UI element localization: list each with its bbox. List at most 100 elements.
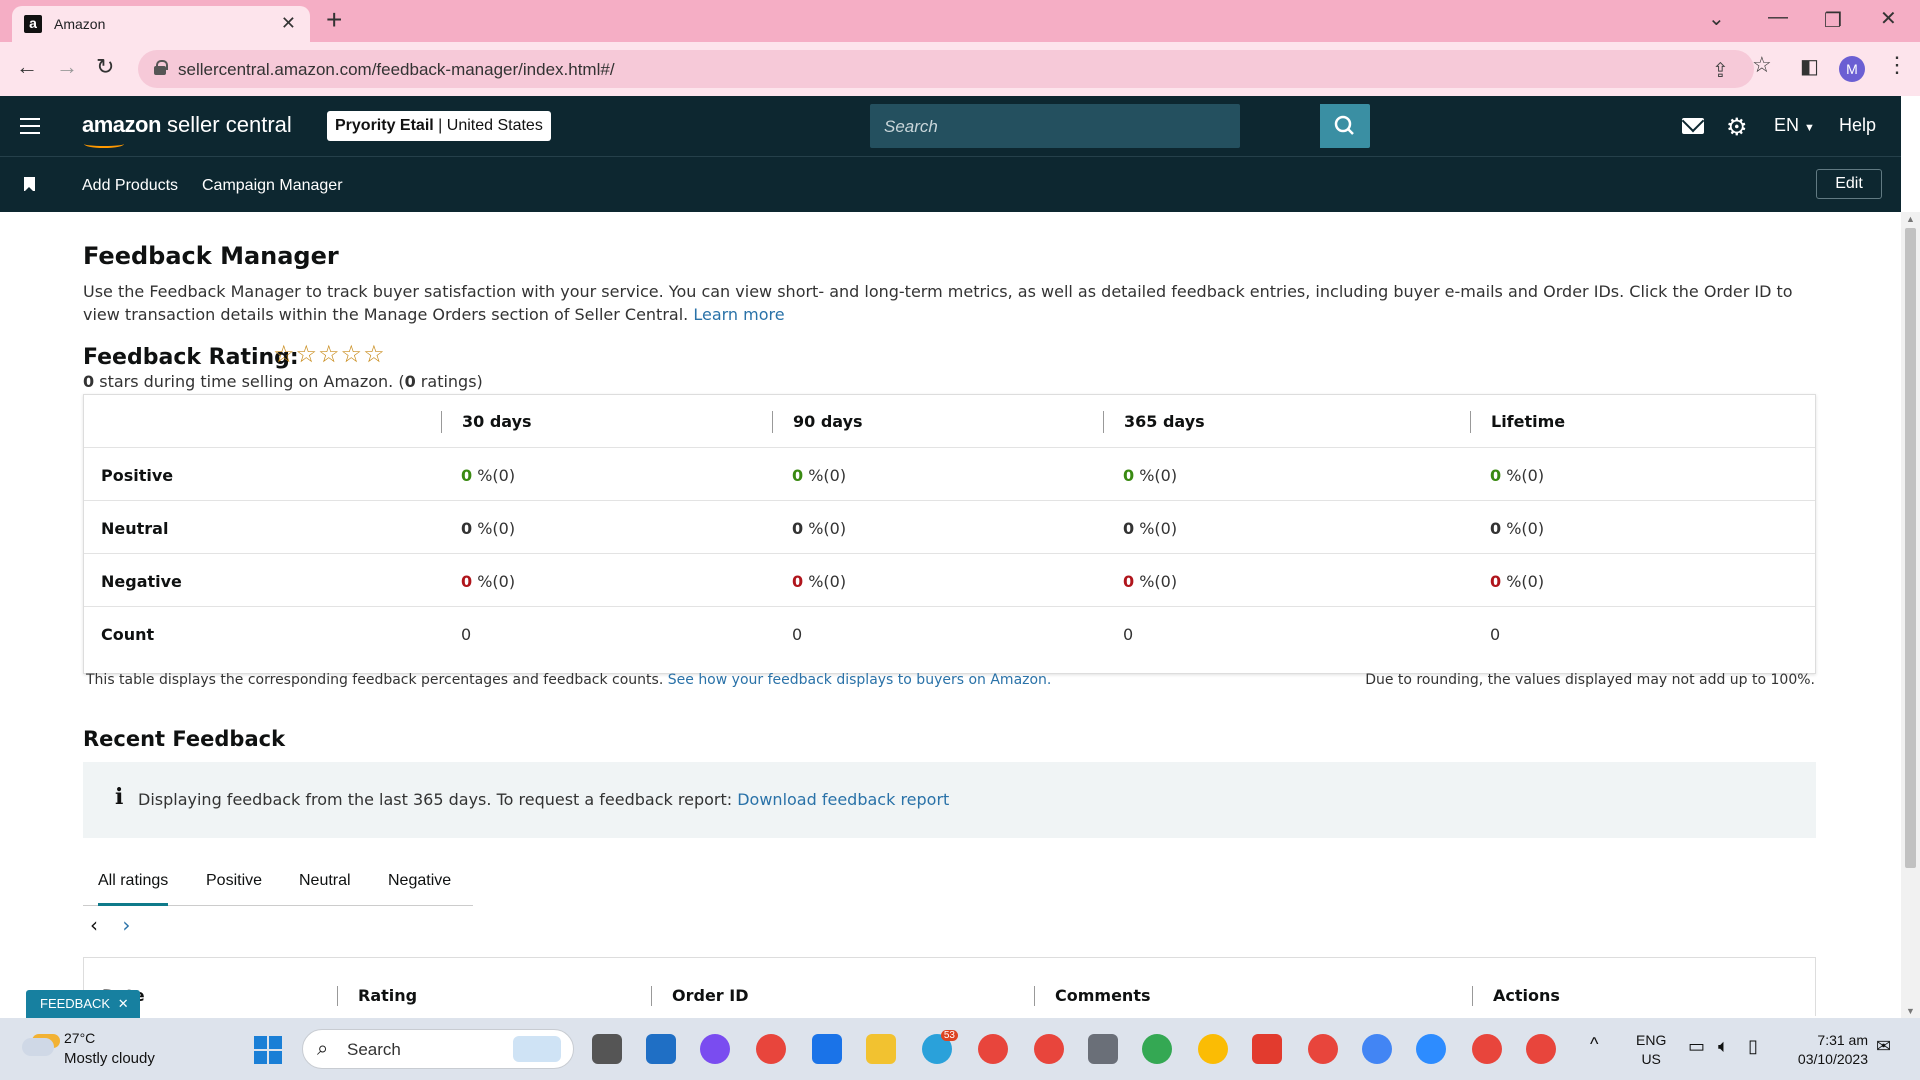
bookmark-star-icon[interactable]: ☆: [1752, 52, 1772, 78]
seller-central-nav: Add Products Campaign Manager Edit: [0, 156, 1901, 212]
feedback-close-icon[interactable]: ✕: [118, 996, 129, 1011]
battery-icon[interactable]: ▯: [1748, 1036, 1758, 1057]
row-label: Negative: [101, 572, 182, 591]
tab-negative[interactable]: Negative: [388, 872, 451, 890]
zoom-icon[interactable]: [1416, 1034, 1446, 1064]
new-tab-icon[interactable]: +: [326, 4, 342, 36]
browser-menu-icon[interactable]: ⋮: [1886, 52, 1908, 78]
address-bar[interactable]: sellercentral.amazon.com/feedback-manage…: [138, 50, 1754, 88]
info-icon: i: [115, 784, 124, 810]
browser-tab[interactable]: a Amazon ✕: [12, 6, 310, 42]
column-header: 365 days: [1103, 411, 1205, 433]
chrome-profile-icon[interactable]: [1308, 1034, 1338, 1064]
chrome-profile-icon[interactable]: [1142, 1034, 1172, 1064]
lock-icon: [154, 60, 168, 75]
table-cell: 0 %(0): [1490, 466, 1545, 485]
edit-nav-button[interactable]: Edit: [1816, 169, 1882, 199]
tray-chevron-up-icon[interactable]: ^: [1590, 1034, 1598, 1054]
chrome-profile-icon[interactable]: [1034, 1034, 1064, 1064]
nav-link-add-products[interactable]: Add Products: [82, 177, 178, 195]
table-cell: 0 %(0): [1123, 519, 1178, 538]
network-icon[interactable]: ▭: [1688, 1036, 1705, 1057]
column-header-comments[interactable]: Comments: [1034, 986, 1151, 1006]
notifications-icon[interactable]: ✉: [1876, 1036, 1891, 1057]
settings-gear-icon[interactable]: ⚙: [1726, 113, 1748, 142]
star-rating-icon: ☆☆☆☆☆: [273, 340, 386, 368]
rating-summary-end: ratings): [415, 372, 483, 391]
clock-time: 7:31 am: [1817, 1032, 1868, 1048]
task-view-icon[interactable]: [592, 1034, 622, 1064]
column-header-actions[interactable]: Actions: [1472, 986, 1560, 1006]
tab-search-chevron-icon[interactable]: ⌄: [1708, 6, 1725, 31]
buyer-display-link[interactable]: See how your feedback displays to buyers…: [668, 672, 1052, 688]
recent-feedback-title: Recent Feedback: [83, 727, 286, 751]
chevron-left-icon[interactable]: ‹: [90, 913, 98, 937]
notepad-icon[interactable]: [812, 1034, 842, 1064]
back-icon[interactable]: ←: [16, 54, 38, 80]
chrome-profile-icon[interactable]: [1362, 1034, 1392, 1064]
search-button[interactable]: [1320, 104, 1370, 148]
tab-positive[interactable]: Positive: [206, 872, 262, 890]
telegram-icon[interactable]: 53: [922, 1030, 958, 1064]
search-input[interactable]: Search: [870, 104, 1240, 148]
scrollbar-thumb[interactable]: [1905, 228, 1916, 868]
feedback-widget[interactable]: FEEDBACK ✕: [26, 990, 140, 1018]
mail-app-icon[interactable]: [646, 1034, 676, 1064]
forward-icon[interactable]: →: [56, 54, 78, 80]
store-selector[interactable]: Pryority Etail | United States: [327, 111, 551, 141]
clock[interactable]: 7:31 am 03/10/2023: [1788, 1031, 1868, 1069]
column-header-rating[interactable]: Rating: [337, 986, 417, 1006]
chrome-active-icon[interactable]: [1526, 1034, 1556, 1064]
side-panel-icon[interactable]: ◧: [1800, 54, 1819, 79]
table-cell: 0 %(0): [792, 466, 847, 485]
profile-avatar[interactable]: M: [1839, 56, 1865, 82]
hamburger-menu-icon[interactable]: [20, 118, 40, 134]
column-header-order-id[interactable]: Order ID: [651, 986, 749, 1006]
chrome-profile-icon[interactable]: [1198, 1034, 1228, 1064]
chevron-right-icon[interactable]: ›: [122, 913, 130, 937]
rating-stars-value: 0: [83, 372, 95, 391]
language-selector[interactable]: EN ▼: [1774, 115, 1815, 136]
file-explorer-icon[interactable]: [866, 1034, 896, 1064]
taskbar-search[interactable]: ⌕ Search: [302, 1029, 574, 1069]
input-language[interactable]: ENG US: [1636, 1031, 1666, 1069]
window-close-icon[interactable]: ✕: [1880, 6, 1897, 31]
scroll-down-icon[interactable]: ▼: [1906, 1006, 1915, 1016]
bookmark-icon[interactable]: [24, 177, 35, 192]
intro-text: Use the Feedback Manager to track buyer …: [83, 280, 1823, 326]
windows-start-icon[interactable]: [254, 1036, 282, 1064]
seller-central-logo[interactable]: amazon seller central: [82, 112, 292, 148]
tab-neutral[interactable]: Neutral: [299, 872, 351, 890]
calculator-icon[interactable]: [1088, 1034, 1118, 1064]
download-report-link[interactable]: Download feedback report: [737, 790, 949, 809]
scroll-up-icon[interactable]: ▲: [1906, 214, 1915, 224]
table-row-negative: Negative 0 %(0) 0 %(0) 0 %(0) 0 %(0): [84, 554, 1815, 607]
mail-icon[interactable]: [1682, 118, 1704, 134]
pager: ‹ ›: [90, 913, 130, 937]
restore-icon[interactable]: ❐: [1824, 8, 1842, 33]
reload-icon[interactable]: ↻: [96, 54, 114, 80]
page-scrollbar[interactable]: ▲ ▼: [1901, 212, 1920, 1018]
table-note-text: This table displays the corresponding fe…: [86, 672, 664, 688]
search-icon: ⌕: [317, 1038, 329, 1060]
chrome-profile-icon[interactable]: [978, 1034, 1008, 1064]
tab-all-ratings[interactable]: All ratings: [98, 872, 169, 906]
main-content: Feedback Manager Use the Feedback Manage…: [0, 212, 1901, 1016]
r-app-icon[interactable]: [1252, 1034, 1282, 1064]
keyboard-region: US: [1641, 1051, 1661, 1067]
rating-summary-text: stars during time selling on Amazon. (: [94, 372, 405, 391]
table-cell: 0 %(0): [1123, 466, 1178, 485]
rounding-note: Due to rounding, the values displayed ma…: [1365, 672, 1815, 688]
share-icon[interactable]: ⇪: [1712, 58, 1729, 83]
minimize-icon[interactable]: —: [1768, 6, 1788, 29]
chrome-icon[interactable]: [756, 1034, 786, 1064]
help-link[interactable]: Help: [1839, 115, 1876, 136]
nav-link-campaign-manager[interactable]: Campaign Manager: [202, 177, 343, 195]
messenger-icon[interactable]: [700, 1034, 730, 1064]
table-note: This table displays the corresponding fe…: [86, 672, 1051, 688]
volume-icon[interactable]: 🔈︎: [1718, 1036, 1729, 1057]
learn-more-link[interactable]: Learn more: [693, 305, 784, 324]
chrome-profile-icon[interactable]: [1472, 1034, 1502, 1064]
table-cell: 0 %(0): [461, 466, 516, 485]
tab-close-icon[interactable]: ✕: [281, 13, 296, 34]
